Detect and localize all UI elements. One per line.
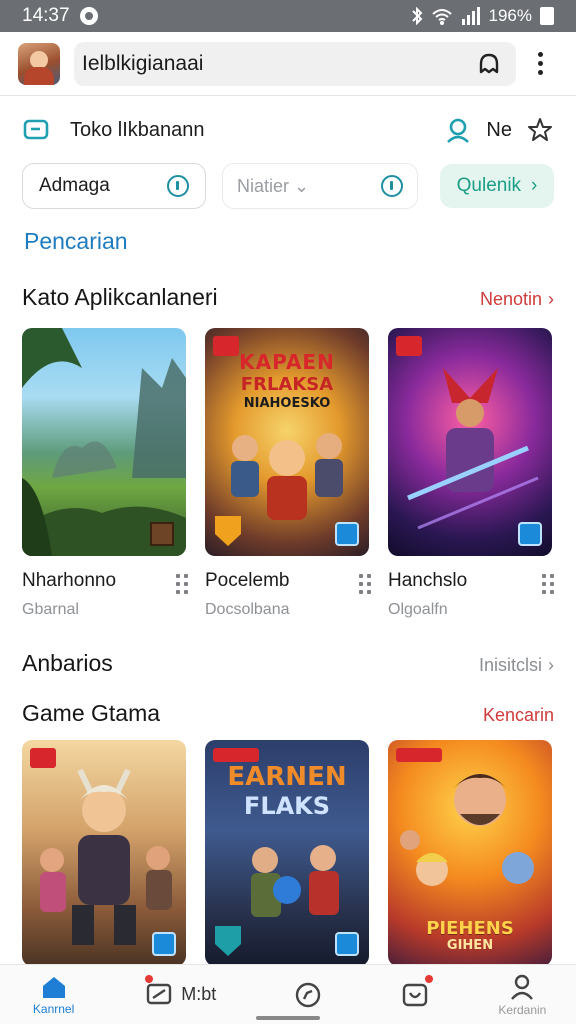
section-header-3: Game Gtama Kencarin	[22, 700, 554, 727]
nav-profile-label: Kerdanin	[498, 1002, 547, 1017]
app-card-name: Pocelemb	[205, 570, 290, 591]
app-card-meta: Hanchslo Olgoalfn	[388, 570, 554, 619]
filter-chip-1-label: Admaga	[39, 175, 110, 196]
home-icon	[42, 976, 65, 998]
status-time: 14:37	[22, 5, 70, 26]
app-card-sub: Docsolbana	[205, 601, 290, 618]
game-card[interactable]	[22, 740, 188, 966]
card-row-1: Nharhonno Gbarnal KAPAEN FRLAKSA NIAHOES…	[22, 328, 554, 619]
corner-badge-icon	[335, 522, 359, 546]
section-title-2: Anbarios	[22, 650, 113, 676]
section-more-1[interactable]: Nenotin ›	[480, 289, 554, 310]
store-right-label[interactable]: Ne	[486, 119, 512, 142]
corner-badge-icon	[518, 522, 542, 546]
signal-icon	[461, 7, 480, 25]
store-icon	[23, 119, 49, 140]
info-icon	[381, 175, 403, 197]
home-indicator[interactable]	[256, 1016, 320, 1020]
corner-badge-icon	[152, 932, 176, 956]
nav-inline-label: M:bt	[181, 984, 217, 1004]
search-link[interactable]: Pencarian	[24, 228, 128, 255]
nav-home-label: Kanrnel	[32, 1001, 75, 1016]
status-bar: 14:37 196%	[0, 0, 576, 32]
heart-icon	[402, 983, 428, 1006]
section-more-3[interactable]: Kencarin	[483, 705, 554, 726]
filter-chip-3[interactable]: Qulenik ›	[440, 164, 554, 208]
app-card-image[interactable]: KAPAEN FRLAKSA NIAHOESKO	[205, 328, 369, 556]
chest-icon	[150, 522, 174, 546]
store-row: Toko lIkbanann Ne	[22, 110, 554, 150]
filter-chip-2-label: Niatier ⌄	[237, 175, 310, 196]
app-card-sub: Olgoalfn	[388, 601, 448, 618]
app-title: Ielblkigianaai	[82, 51, 204, 75]
nav-messages[interactable]: M:bt	[121, 965, 241, 1024]
game-art-title: PIEHENS	[426, 918, 514, 939]
more-options-icon[interactable]	[532, 52, 548, 75]
game-card-image[interactable]	[22, 740, 186, 966]
notification-icon	[79, 7, 98, 25]
app-card-name: Hanchslo	[388, 570, 468, 591]
app-card-image[interactable]	[388, 328, 552, 556]
drag-handle-icon[interactable]	[542, 574, 554, 594]
status-right: 196%	[411, 6, 554, 26]
user-icon	[511, 974, 534, 1000]
game-card[interactable]: PIEHENS GIHEN	[388, 740, 554, 966]
chevron-right-icon: ›	[531, 175, 538, 196]
compass-icon	[295, 982, 321, 1007]
section-title-3: Game Gtama	[22, 700, 161, 726]
corner-badge-icon	[335, 932, 359, 956]
battery-icon	[540, 7, 554, 25]
store-title: Toko lIkbanann	[70, 118, 205, 141]
filter-row: Admaga Niatier ⌄ Qulenik ›	[22, 163, 554, 209]
section-title-1: Kato Aplikcanlaneri	[22, 284, 218, 310]
game-card[interactable]: EARNEN FLAKS	[205, 740, 371, 966]
chevron-down-icon: ⌄	[294, 175, 310, 196]
filter-chip-2[interactable]: Niatier ⌄	[222, 163, 418, 209]
filter-chip-1[interactable]: Admaga	[22, 163, 206, 209]
drag-handle-icon[interactable]	[359, 574, 371, 594]
app-card-image[interactable]	[22, 328, 186, 556]
app-card-name: Nharhonno	[22, 570, 117, 591]
app-card-meta: Pocelemb Docsolbana	[205, 570, 371, 619]
nav-favorites[interactable]	[375, 965, 455, 1024]
chevron-right-icon: ›	[548, 289, 554, 309]
star-icon[interactable]	[526, 116, 554, 144]
wifi-icon	[431, 9, 452, 25]
info-icon	[167, 175, 189, 197]
notification-dot	[144, 974, 153, 983]
app-card-sub: Gbarnal	[22, 601, 79, 618]
app-card[interactable]: KAPAEN FRLAKSA NIAHOESKO Pocelemb Docsol…	[205, 328, 371, 619]
app-card[interactable]: Nharhonno Gbarnal	[22, 328, 188, 619]
app-card-meta: Nharhonno Gbarnal	[22, 570, 188, 619]
chevron-right-icon: ›	[548, 655, 554, 675]
bluetooth-icon	[411, 7, 422, 25]
app-card[interactable]: Hanchslo Olgoalfn	[388, 328, 554, 619]
game-card-image[interactable]: EARNEN FLAKS	[205, 740, 369, 966]
game-art-title: GIHEN	[446, 938, 494, 953]
section-header-1: Kato Aplikcanlaneri Nenotin ›	[22, 284, 554, 311]
profile-icon[interactable]	[444, 116, 472, 144]
card-row-2: EARNEN FLAKS PIEHENS GIHEN	[22, 740, 554, 966]
store-actions: Ne	[444, 116, 554, 144]
app-title-field[interactable]: Ielblkigianaai	[74, 41, 516, 86]
message-icon	[147, 983, 172, 1004]
section-header-2: Anbarios Inisitclsi ›	[22, 650, 554, 677]
filter-chip-3-label: Qulenik	[456, 175, 522, 196]
game-card-image[interactable]: PIEHENS GIHEN	[388, 740, 552, 966]
section-more-2[interactable]: Inisitclsi ›	[479, 655, 554, 676]
notification-dot	[425, 974, 434, 983]
avatar[interactable]	[18, 42, 60, 85]
bottom-nav: Kanrnel M:bt Kerdanin	[0, 964, 576, 1024]
nav-profile[interactable]: Kerdanin	[482, 965, 562, 1024]
battery-percent: 196%	[488, 6, 532, 25]
assistant-icon[interactable]	[474, 49, 504, 79]
nav-home[interactable]: Kanrnel	[14, 965, 94, 1024]
drag-handle-icon[interactable]	[176, 574, 188, 594]
app-bar: Ielblkigianaai	[0, 32, 576, 96]
